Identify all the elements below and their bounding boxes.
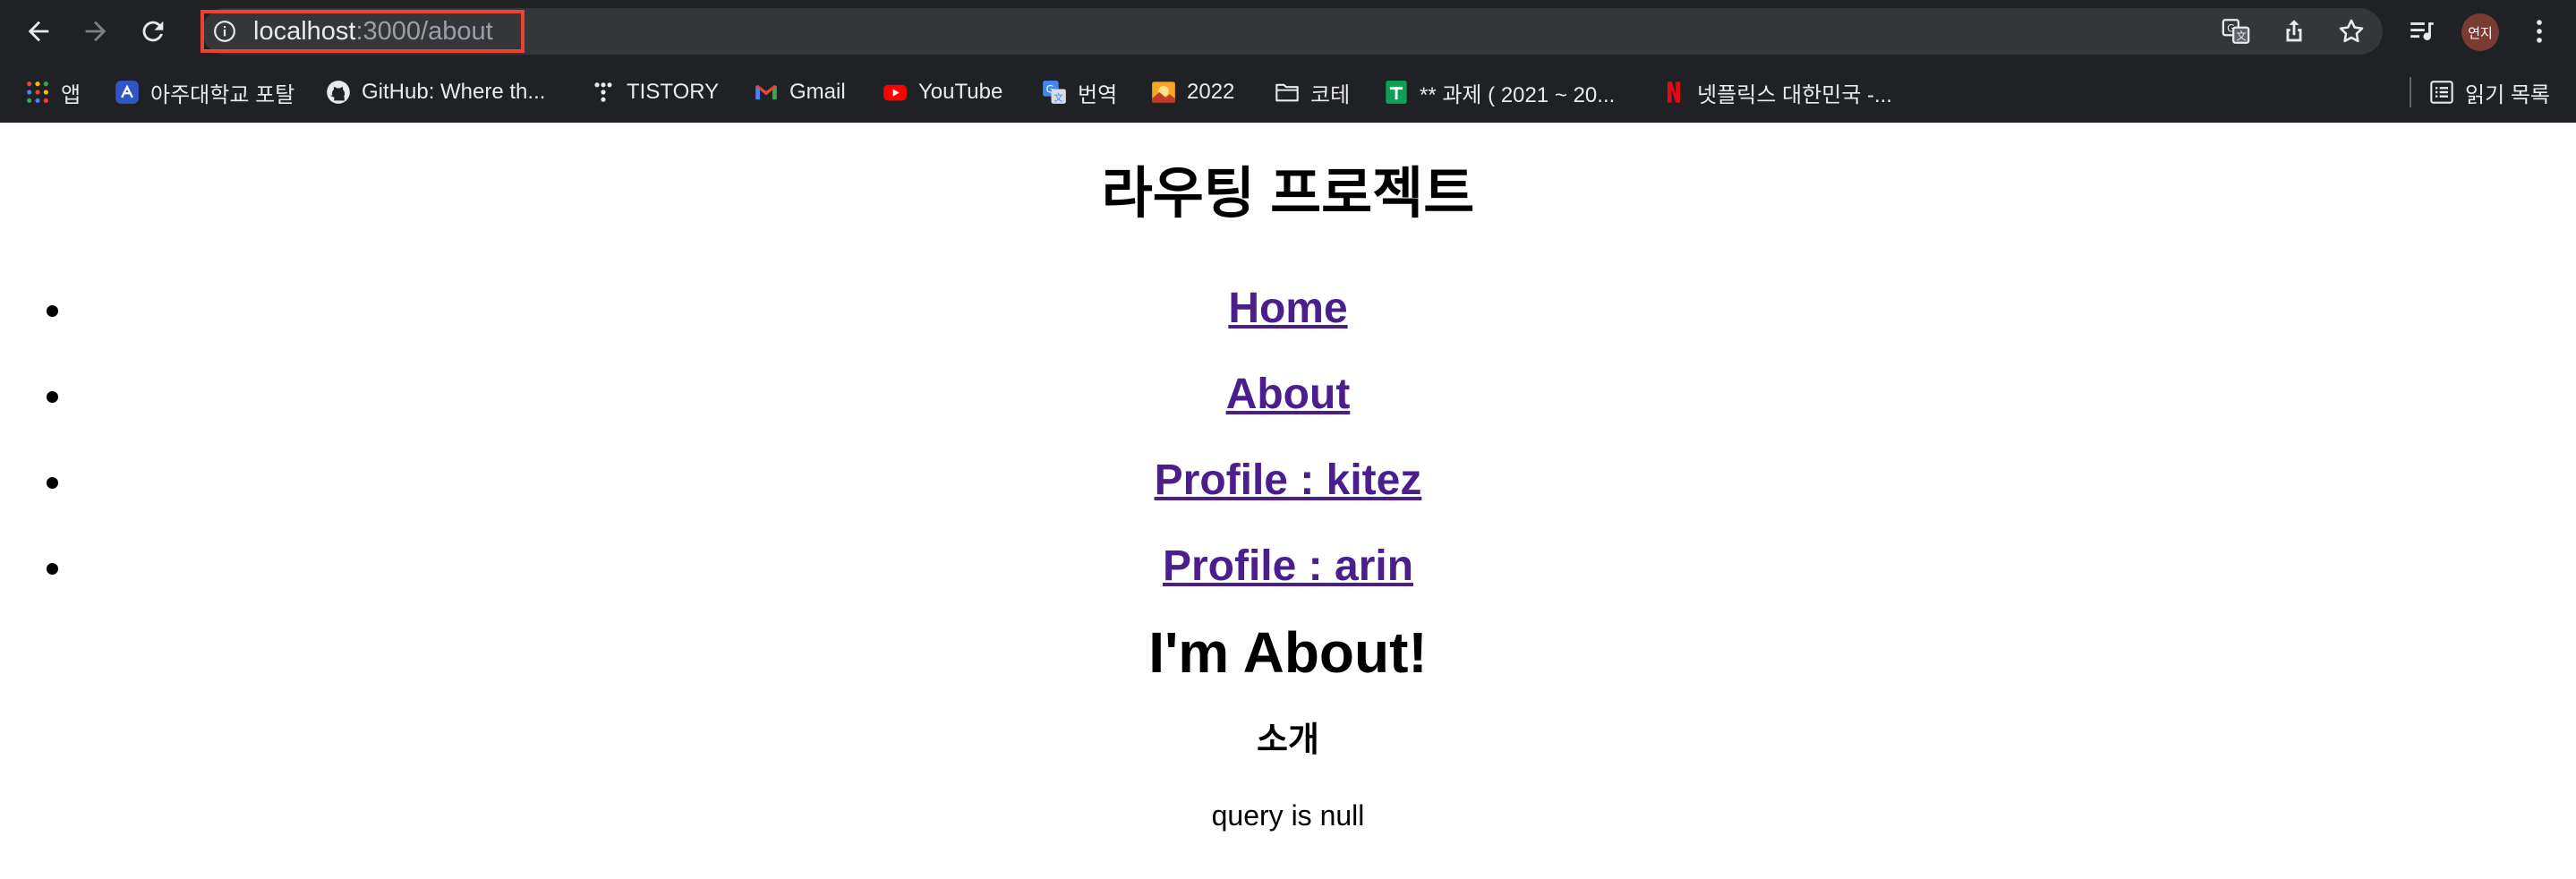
apps-grid-icon — [25, 80, 50, 105]
profile-arin-link[interactable]: Profile : arin — [1163, 542, 1413, 590]
bookmark-tistory[interactable]: TISTORY — [591, 74, 719, 110]
nav-item-about: About — [0, 352, 2576, 438]
star-outline-icon — [2339, 19, 2364, 43]
about-link[interactable]: About — [1226, 371, 1351, 418]
share-icon — [2286, 20, 2302, 42]
list-bullet — [47, 305, 58, 317]
forward-button[interactable] — [75, 11, 116, 52]
address-bar[interactable] — [202, 8, 2383, 55]
profile-avatar[interactable]: 연지 — [2461, 13, 2499, 51]
bookmark-label: 번역 — [1078, 82, 1118, 107]
bookmark-label: 앱 — [61, 82, 81, 107]
queue-music-icon — [2410, 22, 2434, 40]
arrow-right-icon — [85, 21, 107, 42]
about-heading: I'm About! — [1148, 620, 1428, 685]
browser-menu-button[interactable] — [2523, 15, 2555, 47]
bookmark-label: ** 과제 ( 2021 ~ 20... — [1420, 82, 1616, 107]
query-status-text: query is null — [1211, 799, 1365, 832]
bookmark-translate[interactable]: G文 번역 — [1042, 74, 1117, 110]
bookmark-gmail[interactable]: Gmail — [754, 74, 846, 110]
reload-button[interactable] — [132, 11, 174, 52]
ajou-portal-icon — [115, 80, 140, 105]
folder-icon — [1275, 80, 1300, 105]
about-subheading: 소개 — [1257, 721, 1319, 759]
youtube-icon — [883, 80, 908, 105]
page-content: 라우팅 프로젝트 Home About Profile : kitez Prof… — [0, 123, 2576, 879]
bookmarks-divider — [2410, 77, 2411, 107]
home-link[interactable]: Home — [1228, 285, 1347, 332]
reading-list-icon — [2429, 80, 2454, 105]
page-title: 라우팅 프로젝트 — [1101, 163, 1475, 225]
nav-item-profile-arin: Profile : arin — [0, 524, 2576, 610]
photo-icon — [1151, 80, 1176, 105]
bookmark-assignment-sheet[interactable]: ** 과제 ( 2021 ~ 20... — [1384, 74, 1615, 110]
bookmark-ajou-portal[interactable]: 아주대학교 포탈 — [115, 74, 294, 110]
bookmark-github[interactable]: GitHub: Where th... — [326, 74, 545, 110]
reading-list-label: 읽기 목록 — [2465, 82, 2550, 107]
github-icon — [326, 80, 351, 105]
tistory-icon — [591, 80, 616, 105]
gmail-icon — [754, 80, 779, 105]
svg-text:文: 文 — [1053, 91, 1063, 103]
list-bullet — [47, 563, 58, 575]
nav-item-home: Home — [0, 266, 2576, 352]
media-control-button[interactable] — [2406, 15, 2438, 47]
bookmark-2022[interactable]: 2022 — [1151, 74, 1234, 110]
svg-text:文: 文 — [2236, 30, 2246, 42]
translate-icon: G文 — [1042, 80, 1067, 105]
bookmark-folder-kote[interactable]: 코테 — [1275, 74, 1350, 110]
reload-icon — [142, 21, 164, 42]
reading-list-button[interactable]: 읽기 목록 — [2429, 74, 2550, 110]
list-bullet — [47, 477, 58, 489]
url-highlight-box — [200, 10, 525, 53]
nav-link-list: Home About Profile : kitez Profile : ari… — [0, 266, 2576, 610]
browser-chrome: localhost:3000/about G文 연지 앱 아주대학교 포탈 Gi… — [0, 0, 2576, 123]
arrow-left-icon — [28, 21, 49, 42]
sheets-icon — [1384, 80, 1409, 105]
bookmark-netflix[interactable]: 넷플릭스 대한민국 -... — [1661, 74, 1892, 110]
bookmark-label: YouTube — [918, 80, 1003, 104]
bookmark-label: 2022 — [1187, 80, 1235, 104]
bookmark-apps[interactable]: 앱 — [25, 74, 81, 110]
translate-icon: G文 — [2222, 19, 2250, 44]
bookmark-star-button[interactable] — [2335, 15, 2367, 47]
bookmark-label: 코테 — [1310, 82, 1351, 107]
more-vertical-icon — [2537, 20, 2542, 43]
bookmark-label: TISTORY — [627, 80, 720, 104]
nav-item-profile-kitez: Profile : kitez — [0, 438, 2576, 524]
translate-page-button[interactable]: G文 — [2220, 15, 2252, 47]
netflix-icon — [1661, 80, 1686, 105]
profile-kitez-link[interactable]: Profile : kitez — [1155, 457, 1422, 504]
browser-toolbar: localhost:3000/about G文 연지 — [0, 0, 2576, 63]
bookmarks-bar: 앱 아주대학교 포탈 GitHub: Where th... TISTORY G… — [0, 72, 2576, 113]
share-button[interactable] — [2278, 15, 2310, 47]
list-bullet — [47, 391, 58, 403]
back-button[interactable] — [18, 11, 59, 52]
bookmark-label: 아주대학교 포탈 — [150, 82, 295, 107]
bookmark-youtube[interactable]: YouTube — [883, 74, 1002, 110]
bookmark-label: GitHub: Where th... — [362, 80, 546, 104]
bookmark-label: Gmail — [789, 80, 846, 104]
bookmark-label: 넷플릭스 대한민국 -... — [1697, 82, 1892, 107]
